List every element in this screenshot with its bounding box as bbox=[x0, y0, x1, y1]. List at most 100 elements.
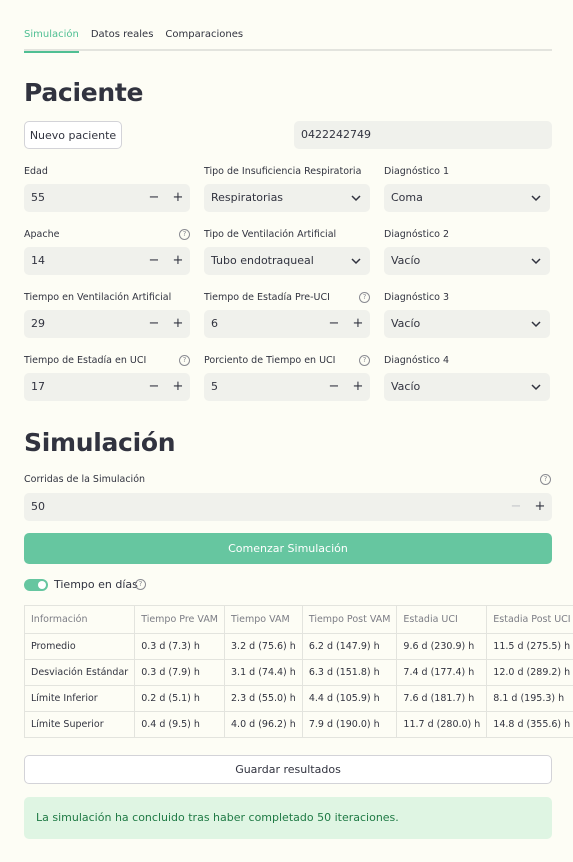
tab-bar: Simulación Datos reales Comparaciones bbox=[24, 24, 552, 53]
chevron-down-icon bbox=[351, 195, 361, 202]
diag1-label: Diagnóstico 1 bbox=[384, 166, 450, 177]
simulacion-title: Simulación bbox=[24, 428, 176, 457]
table-cell: 3.1 d (74.4) h bbox=[224, 659, 303, 686]
start-simulation-button[interactable]: Comenzar Simulación bbox=[24, 533, 552, 564]
corridas-increment-button[interactable]: + bbox=[528, 493, 552, 521]
edad-number-input[interactable]: 55 − + bbox=[24, 184, 190, 212]
table-cell: 9.6 d (230.9) h bbox=[396, 633, 488, 660]
table-cell: 6.3 d (151.8) h bbox=[301, 659, 398, 686]
diag3-label: Diagnóstico 3 bbox=[384, 292, 450, 303]
estadia-pre-increment-button[interactable]: + bbox=[346, 310, 370, 338]
toggle-knob bbox=[38, 581, 46, 589]
help-icon[interactable]: ? bbox=[540, 474, 551, 485]
table-cell: 0.3 d (7.9) h bbox=[134, 659, 226, 686]
apache-number-input[interactable]: 14 − + bbox=[24, 247, 190, 275]
paciente-title: Paciente bbox=[24, 78, 144, 107]
table-cell: 0.4 d (9.5) h bbox=[134, 711, 226, 738]
table-row: Promedio 0.3 d (7.3) h 3.2 d (75.6) h 6.… bbox=[23, 633, 573, 660]
column-header[interactable]: Tiempo Pre VAM bbox=[134, 605, 226, 634]
ventilacion-label: Tipo de Ventilación Artificial bbox=[204, 229, 337, 240]
column-header[interactable]: Tiempo VAM bbox=[224, 605, 303, 634]
table-cell: Desviación Estándar bbox=[23, 659, 136, 686]
table-cell: Límite Inferior bbox=[23, 685, 136, 712]
estadia-pre-decrement-button[interactable]: − bbox=[322, 310, 346, 338]
table-cell: 14.8 d (355.6) h bbox=[486, 711, 573, 738]
table-cell: 7.6 d (181.7) h bbox=[396, 685, 488, 712]
tiempo-va-increment-button[interactable]: + bbox=[166, 310, 190, 338]
chevron-down-icon bbox=[531, 258, 541, 265]
apache-increment-button[interactable]: + bbox=[166, 247, 190, 275]
diag4-label: Diagnóstico 4 bbox=[384, 355, 450, 366]
tiempo-dias-toggle[interactable] bbox=[24, 579, 48, 591]
table-row: Desviación Estándar 0.3 d (7.9) h 3.1 d … bbox=[23, 659, 573, 686]
column-header[interactable]: Estadia Post UCI bbox=[486, 605, 573, 634]
diag4-select[interactable]: Vacío bbox=[384, 373, 550, 401]
estadia-uci-decrement-button[interactable]: − bbox=[142, 373, 166, 401]
diag1-select[interactable]: Coma bbox=[384, 184, 550, 212]
table-cell: 6.2 d (147.9) h bbox=[301, 633, 398, 660]
table-cell: 8.1 d (195.3) h bbox=[486, 685, 573, 712]
tiempo-dias-label: Tiempo en días bbox=[54, 578, 138, 591]
estadia-pre-label: Tiempo de Estadía Pre-UCI bbox=[204, 292, 330, 303]
table-row: Límite Inferior 0.2 d (5.1) h 2.3 d (55.… bbox=[23, 685, 573, 712]
column-header[interactable]: Estadia UCI bbox=[396, 605, 488, 634]
tiempo-va-decrement-button[interactable]: − bbox=[142, 310, 166, 338]
tab-datos-reales[interactable]: Datos reales bbox=[91, 24, 154, 51]
chevron-down-icon bbox=[531, 195, 541, 202]
estadia-pre-number-input[interactable]: 6 − + bbox=[204, 310, 370, 338]
column-header[interactable]: Tiempo Post VAM bbox=[301, 605, 398, 634]
chevron-down-icon bbox=[531, 321, 541, 328]
table-cell: 7.9 d (190.0) h bbox=[301, 711, 398, 738]
ventilacion-select[interactable]: Tubo endotraqueal bbox=[204, 247, 370, 275]
tab-comparaciones[interactable]: Comparaciones bbox=[165, 24, 243, 51]
table-cell: 11.5 d (275.5) h bbox=[486, 633, 573, 660]
edad-increment-button[interactable]: + bbox=[166, 184, 190, 212]
column-header[interactable]: Información bbox=[23, 605, 136, 634]
corridas-number-input[interactable]: 50 − + bbox=[24, 493, 552, 521]
chevron-down-icon bbox=[351, 258, 361, 265]
apache-decrement-button[interactable]: − bbox=[142, 247, 166, 275]
apache-label: Apache bbox=[24, 229, 60, 240]
tiempo-va-label: Tiempo en Ventilación Artificial bbox=[24, 292, 172, 303]
diag3-select[interactable]: Vacío bbox=[384, 310, 550, 338]
table-cell: 7.4 d (177.4) h bbox=[396, 659, 488, 686]
tiempo-va-number-input[interactable]: 29 − + bbox=[24, 310, 190, 338]
insuficiencia-label: Tipo de Insuficiencia Respiratoria bbox=[204, 166, 362, 177]
help-icon[interactable]: ? bbox=[135, 579, 146, 590]
table-cell: 12.0 d (289.2) h bbox=[486, 659, 573, 686]
edad-label: Edad bbox=[24, 166, 48, 177]
estadia-uci-label: Tiempo de Estadía en UCI bbox=[24, 355, 147, 366]
porciento-label: Porciento de Tiempo en UCI bbox=[204, 355, 336, 366]
table-cell: 2.3 d (55.0) h bbox=[224, 685, 303, 712]
help-icon[interactable]: ? bbox=[179, 229, 190, 240]
table-cell: Promedio bbox=[23, 633, 136, 660]
porciento-decrement-button[interactable]: − bbox=[322, 373, 346, 401]
diag2-select[interactable]: Vacío bbox=[384, 247, 550, 275]
estadia-uci-number-input[interactable]: 17 − + bbox=[24, 373, 190, 401]
table-header-row: Información Tiempo Pre VAM Tiempo VAM Ti… bbox=[23, 605, 573, 634]
help-icon[interactable]: ? bbox=[359, 355, 370, 366]
results-table: Información Tiempo Pre VAM Tiempo VAM Ti… bbox=[23, 605, 573, 738]
patient-id-input[interactable]: 0422242749 bbox=[294, 121, 552, 149]
table-row: Límite Superior 0.4 d (9.5) h 4.0 d (96.… bbox=[23, 711, 573, 738]
table-cell: 4.0 d (96.2) h bbox=[224, 711, 303, 738]
table-cell: 0.3 d (7.3) h bbox=[134, 633, 226, 660]
diag2-label: Diagnóstico 2 bbox=[384, 229, 450, 240]
corridas-label: Corridas de la Simulación bbox=[24, 474, 146, 485]
insuficiencia-select[interactable]: Respiratorias bbox=[204, 184, 370, 212]
edad-decrement-button[interactable]: − bbox=[142, 184, 166, 212]
help-icon[interactable]: ? bbox=[359, 292, 370, 303]
table-cell: Límite Superior bbox=[23, 711, 136, 738]
porciento-number-input[interactable]: 5 − + bbox=[204, 373, 370, 401]
table-cell: 11.7 d (280.0) h bbox=[396, 711, 488, 738]
save-results-button[interactable]: Guardar resultados bbox=[24, 755, 552, 784]
estadia-uci-increment-button[interactable]: + bbox=[166, 373, 190, 401]
chevron-down-icon bbox=[531, 384, 541, 391]
new-patient-button[interactable]: Nuevo paciente bbox=[24, 121, 122, 149]
corridas-decrement-button[interactable]: − bbox=[504, 493, 528, 521]
porciento-increment-button[interactable]: + bbox=[346, 373, 370, 401]
help-icon[interactable]: ? bbox=[179, 355, 190, 366]
table-cell: 4.4 d (105.9) h bbox=[301, 685, 398, 712]
table-cell: 3.2 d (75.6) h bbox=[224, 633, 303, 660]
tab-simulacion[interactable]: Simulación bbox=[24, 24, 79, 53]
